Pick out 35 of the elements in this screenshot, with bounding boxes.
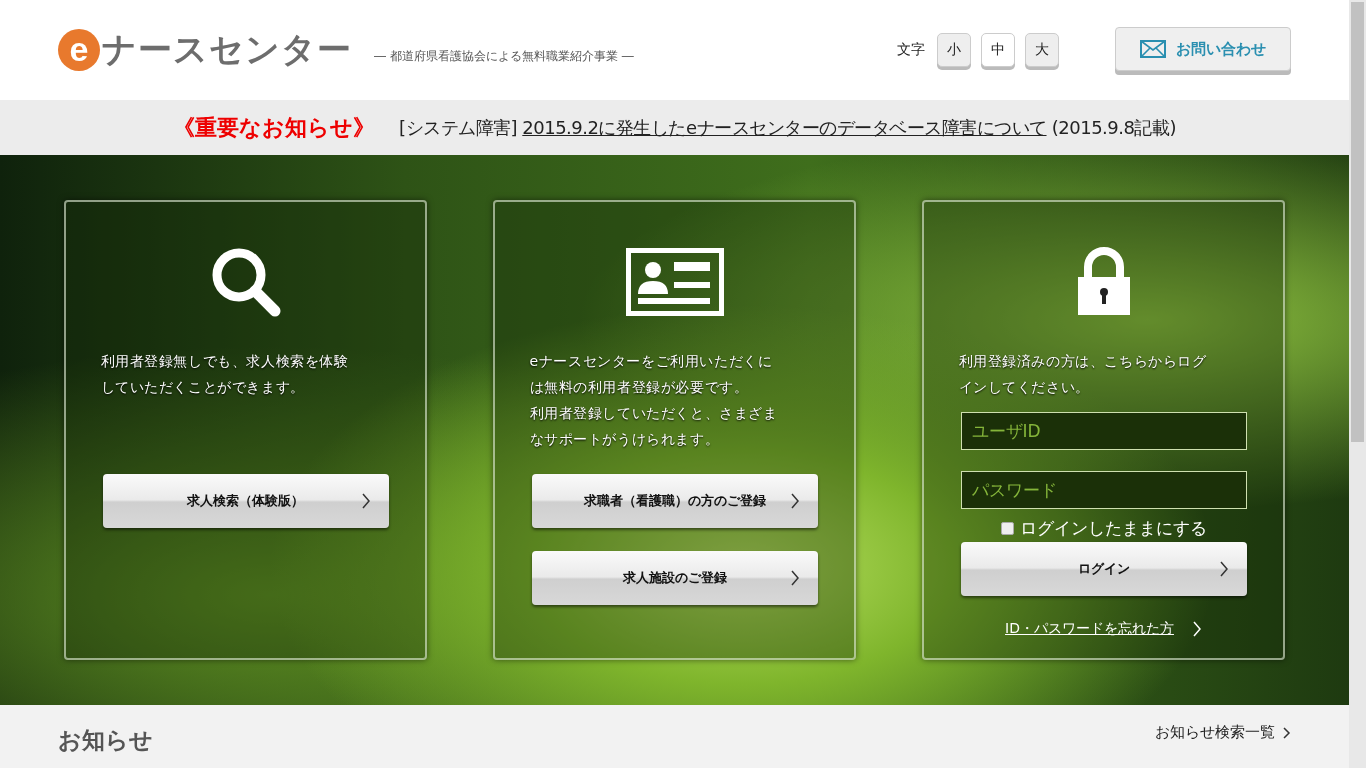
chevron-icon — [1283, 726, 1291, 739]
chevron-icon — [1191, 621, 1202, 637]
chevron-icon — [360, 493, 371, 509]
remember-label: ログインしたままにする — [1019, 516, 1207, 540]
mail-icon — [1140, 40, 1166, 58]
font-size-button[interactable]: 小 — [937, 33, 971, 67]
card-description: eナースセンターをご利用いただくに は無料の利用者登録が必要です。 利用者登録していただくと、さまざま なサポートがうけられます。 — [529, 352, 779, 449]
font-size-label: 文字 — [897, 41, 925, 59]
font-size-button[interactable]: 大 — [1025, 33, 1059, 67]
card-button[interactable]: 求人施設のご登録 — [531, 551, 818, 605]
notice-link[interactable]: 2015.9.2に発生したeナースセンターのデータベース障害について — [522, 116, 1047, 138]
scrollbar[interactable] — [1349, 0, 1366, 768]
padlock-icon — [1075, 247, 1132, 317]
logo-text: ナースセンター — [102, 28, 352, 71]
chevron-icon — [1218, 561, 1229, 577]
tagline: ― 都道府県看護協会による無料職業紹介事業 ― — [374, 47, 634, 65]
logo-mark: e — [58, 29, 100, 71]
chevron-icon — [789, 570, 800, 586]
chevron-icon — [789, 493, 800, 509]
notice-label: 《重要なお知らせ》 — [173, 113, 375, 142]
card-button[interactable]: 求人検索（体験版） — [102, 474, 389, 528]
notice-text: [システム障害] 2015.9.2に発生したeナースセンターのデータベース障害について (2015.9.8記載) — [399, 115, 1176, 140]
remember-checkbox[interactable] — [1000, 521, 1014, 535]
scrollbar-thumb[interactable] — [1351, 2, 1364, 442]
user-id-field[interactable]: ユーザID — [960, 412, 1247, 450]
card-description: 利用者登録無しでも、求人検索を体験 していただくことができます。 — [100, 352, 350, 397]
font-size-button[interactable]: 中 — [981, 33, 1015, 67]
news-heading: お知らせ — [58, 726, 153, 755]
card-description: 利用登録済みの方は、こちらからログ インしてください。 — [958, 352, 1208, 397]
news-list-link[interactable]: お知らせ検索一覧 — [1155, 723, 1275, 742]
forgot-password-link[interactable]: ID・パスワードを忘れた方 — [1005, 620, 1174, 638]
card-button[interactable]: 求職者（看護職）の方のご登録 — [531, 474, 818, 528]
password-field[interactable]: パスワード — [960, 471, 1247, 509]
login-button[interactable]: ログイン — [960, 542, 1247, 596]
id-card-icon — [625, 248, 724, 316]
